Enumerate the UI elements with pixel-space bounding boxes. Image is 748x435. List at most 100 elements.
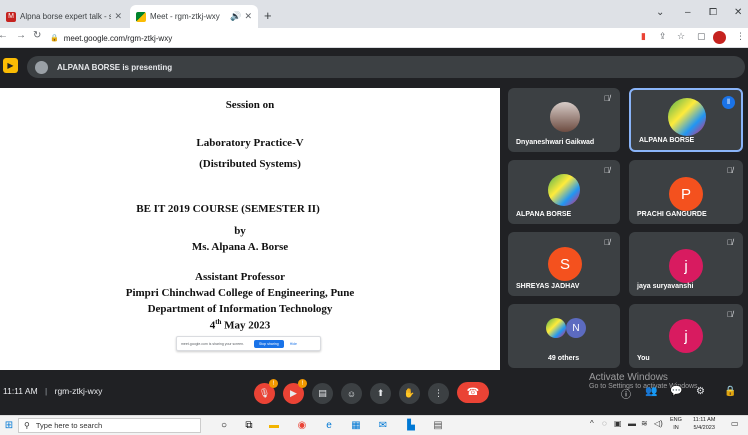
gmail-icon: M xyxy=(6,11,16,22)
speaking-indicator-icon: ⦀ xyxy=(722,96,735,109)
lock-icon: 🔒 xyxy=(50,35,59,42)
meeting-info: 11:11 AM | rgm-ztkj-wxy xyxy=(3,386,102,396)
date-month-year: May 2023 xyxy=(221,319,271,332)
present-screen-icon[interactable]: ▶ xyxy=(3,58,18,73)
participant-name: ALPANA BORSE xyxy=(639,137,695,144)
present-button[interactable]: ⬆ xyxy=(370,383,391,404)
tab-expert-talk[interactable]: M Alpna borse expert talk - suryav... ✕ xyxy=(0,5,128,28)
mic-off-icon: 🎙̸ xyxy=(727,310,733,319)
document-icon[interactable]: ▤ xyxy=(432,419,444,431)
slide-line: Laboratory Practice-V xyxy=(196,137,304,149)
participant-tile[interactable]: 🎙̸ ALPANA BORSE xyxy=(508,160,620,224)
file-explorer-icon[interactable]: ▬ xyxy=(268,419,280,431)
reload-icon[interactable]: ↻ xyxy=(33,30,41,41)
tab-meet[interactable]: Meet - rgm-ztkj-wxy 🔊 ✕ xyxy=(130,5,258,28)
info-icon[interactable]: ⓘ xyxy=(621,386,631,401)
edge-icon[interactable]: e xyxy=(323,419,335,431)
windows-start-icon[interactable]: ⊞ xyxy=(3,419,15,431)
participant-name: PRACHI GANGURDE xyxy=(637,211,707,218)
meet-icon xyxy=(136,11,146,22)
tab-title: Alpna borse expert talk - suryav... xyxy=(20,12,112,21)
participant-tile[interactable]: S 🎙̸ SHREYAS JADHAV xyxy=(508,232,620,296)
chat-icon[interactable]: 💬 xyxy=(670,386,682,397)
close-tab-icon[interactable]: ✕ xyxy=(244,11,252,22)
new-tab-button[interactable]: + xyxy=(264,8,272,23)
participant-avatar: j xyxy=(669,249,703,283)
participant-tile[interactable]: j 🎙̸ jaya suryavanshi xyxy=(629,232,743,296)
task-view-icon[interactable]: ⧉ xyxy=(243,419,255,431)
emoji-icon: ☺ xyxy=(346,388,357,399)
participant-tile[interactable]: ⦀ ALPANA BORSE xyxy=(629,88,743,152)
notifications-icon[interactable]: ▭ xyxy=(731,419,739,428)
back-icon[interactable]: ← xyxy=(0,30,8,41)
maximize-button[interactable]: ⧠ xyxy=(709,7,717,18)
mic-warning-badge: ! xyxy=(269,379,278,388)
minimize-button[interactable]: – xyxy=(685,7,691,18)
taskbar-search[interactable]: ⚲ Type here to search xyxy=(18,418,201,433)
others-tile[interactable]: N 49 others xyxy=(508,304,620,368)
volume-icon[interactable]: ◁) xyxy=(654,419,663,428)
tray-app-icon[interactable]: ▬ xyxy=(628,419,636,428)
activities-icon[interactable]: ⚙ xyxy=(696,386,705,397)
search-icon: ⚲ xyxy=(24,421,30,430)
participant-name: Dnyaneshwari Gaikwad xyxy=(516,139,595,146)
watermark-line1: Activate Windows xyxy=(589,372,668,383)
others-count: 49 others xyxy=(548,355,580,362)
captions-icon: ▤ xyxy=(318,388,327,398)
store-icon[interactable]: ▦ xyxy=(350,419,362,431)
people-icon[interactable]: 👥 xyxy=(645,386,657,397)
emoji-button[interactable]: ☺ xyxy=(341,383,362,404)
shared-screen: Session on Laboratory Practice-V (Distri… xyxy=(0,88,500,370)
participant-photo xyxy=(668,98,706,136)
forward-icon[interactable]: → xyxy=(16,30,26,41)
slide-line: BE IT 2019 COURSE (SEMESTER II) xyxy=(136,203,320,215)
captions-button[interactable]: ▤ xyxy=(312,383,333,404)
self-tile[interactable]: j 🎙̸ You xyxy=(629,304,743,368)
close-window-button[interactable]: ✕ xyxy=(734,7,742,18)
slide-line: Pimpri Chinchwad College of Engineering,… xyxy=(125,287,355,299)
mic-toggle-button[interactable]: 🎙 ! xyxy=(254,379,278,404)
profile-avatar[interactable] xyxy=(713,31,726,44)
slide-line: Session on xyxy=(225,99,275,111)
mic-off-icon: 🎙̸ xyxy=(604,94,610,103)
more-icon: ⋮ xyxy=(434,388,443,398)
chrome-icon[interactable]: ◉ xyxy=(296,419,308,431)
clock-time: 11:11 AM xyxy=(693,417,716,423)
leave-call-button[interactable]: ☎ xyxy=(457,382,489,403)
menu-icon[interactable]: ⋮ xyxy=(736,31,745,42)
toast-text: meet.google.com is sharing your screen. xyxy=(181,341,245,346)
more-options-button[interactable]: ⋮ xyxy=(428,383,449,404)
close-tab-icon[interactable]: ✕ xyxy=(114,11,122,22)
hang-up-icon: ☎ xyxy=(466,387,480,398)
wifi-icon[interactable]: ≋ xyxy=(641,419,648,428)
share-icon[interactable]: ⇪ xyxy=(659,31,667,42)
camera-toggle-button[interactable]: ▶ ! xyxy=(283,379,307,404)
tray-app-icon[interactable]: ▣ xyxy=(614,419,622,428)
taskbar-clock[interactable]: 11:11 AM 5/4/2023 xyxy=(693,416,715,432)
stop-sharing-button[interactable]: Stop sharing xyxy=(254,339,284,348)
hide-button[interactable]: Hide xyxy=(290,342,297,346)
tray-app-icon[interactable]: ◌ xyxy=(602,419,607,428)
search-placeholder: Type here to search xyxy=(35,421,103,430)
slide-date: 4th May 2023 xyxy=(0,318,490,332)
region-code: IN xyxy=(673,425,679,431)
app-icon[interactable]: ▙ xyxy=(405,419,417,431)
sidebar-icon[interactable]: ▢ xyxy=(697,31,706,42)
participant-tile[interactable]: 🎙̸ Dnyaneshwari Gaikwad xyxy=(508,88,620,152)
cortana-icon[interactable]: ○ xyxy=(218,419,230,431)
mic-off-icon: 🎙̸ xyxy=(604,166,610,175)
raise-hand-button[interactable]: ✋ xyxy=(399,383,420,404)
tray-overflow-icon[interactable]: ^ xyxy=(590,419,594,428)
star-icon[interactable]: ☆ xyxy=(677,31,685,42)
language-indicator[interactable]: ENG IN xyxy=(670,416,682,432)
tab-search-button[interactable]: ⌄ xyxy=(656,7,664,18)
camera-warning-badge: ! xyxy=(298,379,307,388)
mail-icon[interactable]: ✉ xyxy=(377,419,389,431)
host-controls-icon[interactable]: 🔒 xyxy=(724,386,736,397)
participant-avatar: j xyxy=(669,319,703,353)
participant-tile[interactable]: P 🎙̸ PRACHI GANGURDE xyxy=(629,160,743,224)
presenting-banner: ALPANA BORSE is presenting xyxy=(27,56,745,78)
presenting-text: ALPANA BORSE is presenting xyxy=(57,62,173,72)
translate-icon[interactable]: ▮ xyxy=(641,31,646,42)
address-bar[interactable]: 🔒 meet.google.com/rgm-ztkj-wxy xyxy=(50,30,610,46)
